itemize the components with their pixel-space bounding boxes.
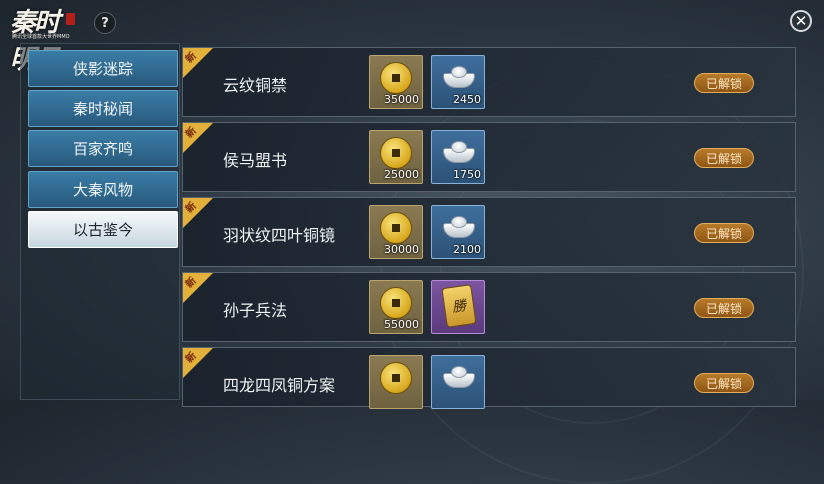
coin-quantity: 30000 [384, 243, 419, 256]
collection-row[interactable]: 新 侯马盟书 25000 1750 已解锁 [182, 122, 796, 192]
cost-slot-coin[interactable] [369, 355, 423, 409]
cost-slot-silver[interactable] [431, 355, 485, 409]
tab-baijia-qiming[interactable]: 百家齐鸣 [28, 130, 178, 167]
tab-xiaying-mizong[interactable]: 侠影迷踪 [28, 50, 178, 87]
unlocked-button[interactable]: 已解锁 [694, 223, 754, 243]
silver-ingot-icon [443, 141, 475, 165]
unlocked-button[interactable]: 已解锁 [694, 373, 754, 393]
copper-coin-icon [380, 62, 412, 94]
collection-row[interactable]: 新 孙子兵法 55000 勝 已解锁 [182, 272, 796, 342]
tab-yigu-jianjin[interactable]: 以古鉴今 [28, 211, 178, 248]
collection-row[interactable]: 新 四龙四凤铜方案 已解锁 [182, 347, 796, 409]
cost-slot-coin[interactable]: 35000 [369, 55, 423, 109]
coin-quantity: 25000 [384, 168, 419, 181]
cost-slot-coin[interactable]: 25000 [369, 130, 423, 184]
close-icon: ✕ [794, 12, 808, 30]
silver-ingot-icon [443, 366, 475, 390]
game-logo: 秦时明月 腾讯全球首款大世界MMO [6, 2, 76, 75]
silver-quantity: 1750 [453, 168, 481, 181]
unlocked-button[interactable]: 已解锁 [694, 148, 754, 168]
category-sidebar: 侠影迷踪 秦时秘闻 百家齐鸣 大秦风物 以古鉴今 [20, 43, 180, 400]
item-name: 云纹铜禁 [223, 76, 288, 95]
unlocked-button[interactable]: 已解锁 [694, 298, 754, 318]
silver-ingot-icon [443, 216, 475, 240]
coin-quantity: 35000 [384, 93, 419, 106]
copper-coin-icon [380, 137, 412, 169]
token-icon: 勝 [441, 284, 477, 328]
help-icon: ? [101, 15, 109, 31]
collection-row[interactable]: 新 羽状纹四叶铜镜 30000 2100 已解锁 [182, 197, 796, 267]
help-button[interactable]: ? [94, 12, 116, 34]
logo-seal [66, 13, 75, 25]
item-name: 羽状纹四叶铜镜 [223, 226, 336, 245]
item-name: 四龙四凤铜方案 [223, 376, 336, 395]
collection-row[interactable]: 新 云纹铜禁 35000 2450 已解锁 [182, 47, 796, 117]
tab-daqin-fengwu[interactable]: 大秦风物 [28, 171, 178, 208]
copper-coin-icon [380, 287, 412, 319]
copper-coin-icon [380, 362, 412, 394]
close-button[interactable]: ✕ [790, 10, 812, 32]
cost-slot-silver[interactable]: 2100 [431, 205, 485, 259]
item-name: 孙子兵法 [223, 301, 288, 320]
silver-quantity: 2100 [453, 243, 481, 256]
silver-ingot-icon [443, 66, 475, 90]
item-name: 侯马盟书 [223, 151, 288, 170]
cost-slot-token[interactable]: 勝 [431, 280, 485, 334]
cost-slot-silver[interactable]: 2450 [431, 55, 485, 109]
tab-qinshi-miwen[interactable]: 秦时秘闻 [28, 90, 178, 127]
cost-slot-coin[interactable]: 55000 [369, 280, 423, 334]
cost-slot-coin[interactable]: 30000 [369, 205, 423, 259]
coin-quantity: 55000 [384, 318, 419, 331]
copper-coin-icon [380, 212, 412, 244]
unlocked-button[interactable]: 已解锁 [694, 73, 754, 93]
logo-subtitle: 腾讯全球首款大世界MMO [12, 34, 70, 40]
cost-slot-silver[interactable]: 1750 [431, 130, 485, 184]
silver-quantity: 2450 [453, 93, 481, 106]
